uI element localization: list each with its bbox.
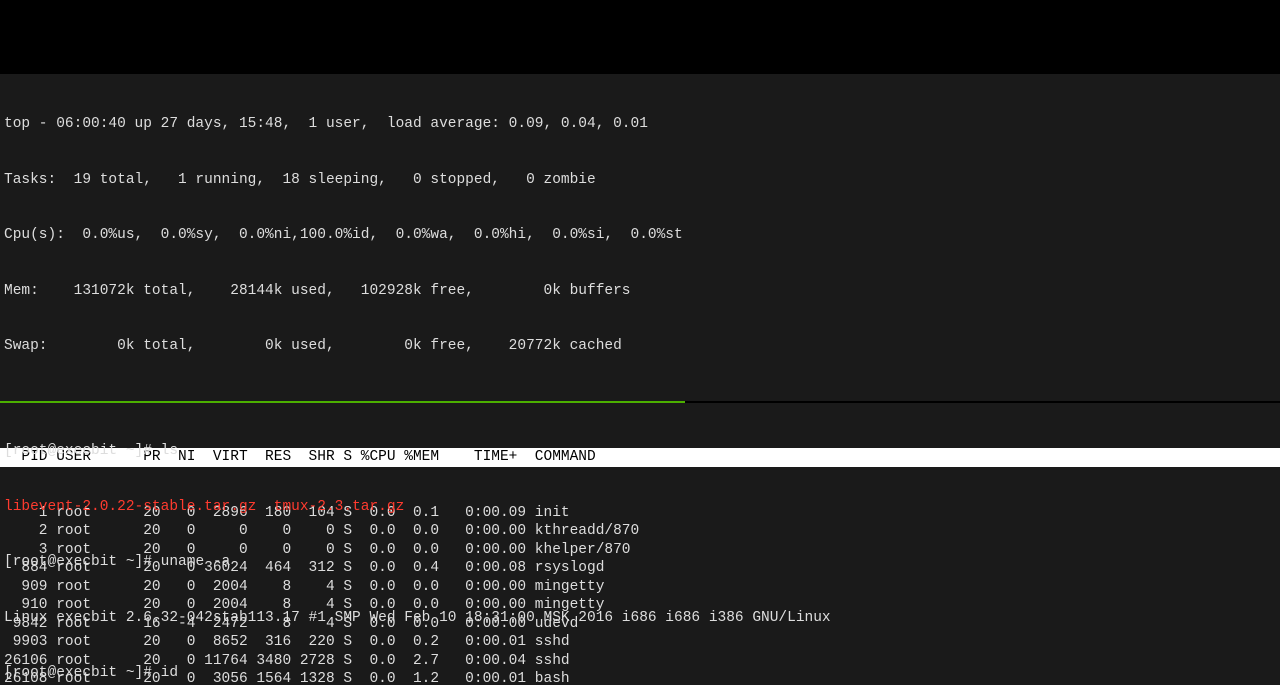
shell-prompt: [root@execbit ~]# bbox=[4, 443, 161, 459]
shell-prompt: [root@execbit ~]# bbox=[4, 665, 161, 681]
shell-cmd: uname -a bbox=[161, 554, 231, 570]
shell-line-id: [root@execbit ~]# id bbox=[0, 664, 1280, 683]
shell-cmd: id bbox=[161, 665, 178, 681]
top-summary-line-5: Swap: 0k total, 0k used, 0k free, 20772k… bbox=[0, 337, 1280, 356]
top-summary-line-4: Mem: 131072k total, 28144k used, 102928k… bbox=[0, 282, 1280, 301]
top-summary-line-3: Cpu(s): 0.0%us, 0.0%sy, 0.0%ni,100.0%id,… bbox=[0, 226, 1280, 245]
ls-file-1: libevent-2.0.22-stable.tar.gz bbox=[4, 499, 256, 515]
pane-split-bar[interactable] bbox=[0, 401, 1280, 403]
top-summary-line-1: top - 06:00:40 up 27 days, 15:48, 1 user… bbox=[0, 115, 1280, 134]
shell-cmd: ls bbox=[161, 443, 178, 459]
shell-prompt: [root@execbit ~]# bbox=[4, 554, 161, 570]
shell-uname-output: Linux execbit 2.6.32-042stab113.17 #1 SM… bbox=[0, 609, 1280, 628]
terminal-screen: top - 06:00:40 up 27 days, 15:48, 1 user… bbox=[0, 74, 1280, 685]
shell-ls-output: libevent-2.0.22-stable.tar.gz tmux-2.3.t… bbox=[0, 498, 1280, 517]
shell-line-uname: [root@execbit ~]# uname -a bbox=[0, 553, 1280, 572]
shell-line-ls: [root@execbit ~]# ls bbox=[0, 442, 1280, 461]
top-summary-line-2: Tasks: 19 total, 1 running, 18 sleeping,… bbox=[0, 171, 1280, 190]
shell-pane[interactable]: [root@execbit ~]# ls libevent-2.0.22-sta… bbox=[0, 405, 1280, 685]
ls-file-2: tmux-2.3.tar.gz bbox=[274, 499, 405, 515]
